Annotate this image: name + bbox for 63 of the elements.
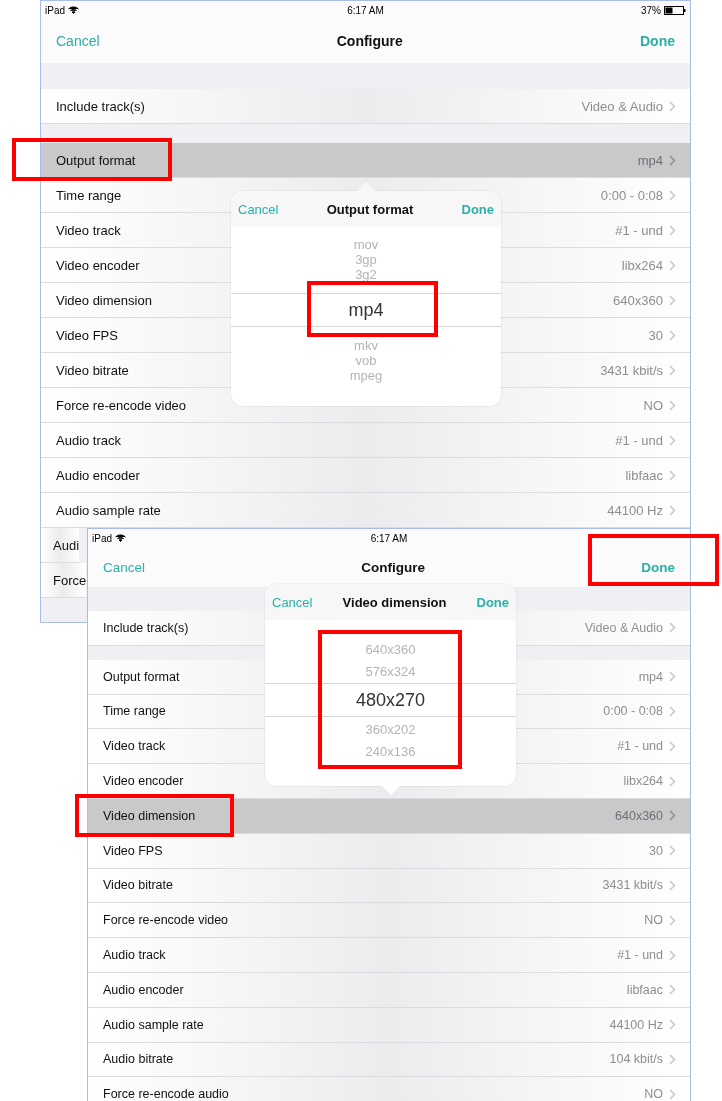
row-label: Audio sample rate: [103, 1017, 204, 1032]
row-value: 44100 Hz: [607, 502, 663, 518]
carrier-label: iPad: [92, 532, 112, 544]
row-value: 0:00 - 0:08: [603, 704, 663, 719]
row-label: Time range: [56, 187, 122, 203]
row-value: #1 - und: [617, 739, 663, 754]
row-value: 0:00 - 0:08: [600, 187, 663, 203]
row-label: Audio encoder: [103, 982, 184, 997]
row-value: 640x360: [613, 292, 663, 308]
row-label: Output format: [103, 669, 180, 684]
row-label: Include track(s): [103, 620, 189, 635]
popover-title: Output format: [326, 201, 414, 217]
row-value: NO: [643, 397, 663, 413]
row-value: #1 - und: [617, 948, 663, 963]
row-value: libfaac: [626, 982, 663, 997]
battery-level: 37%: [640, 4, 661, 16]
row-label: Audio bitrate: [103, 1052, 174, 1067]
row-value: libfaac: [625, 467, 663, 483]
row-label: Audio track: [103, 948, 166, 963]
status-time: 6:17 AM: [370, 532, 408, 544]
row-label: Video FPS: [56, 327, 118, 343]
row-value: 44100 Hz: [609, 1017, 663, 1032]
row-label: Video dimension: [56, 292, 152, 308]
popover-title: Video dimension: [342, 594, 447, 610]
carrier-label: iPad: [45, 4, 65, 16]
row-value: #1 - und: [615, 432, 663, 448]
row-label: Force re-encode video: [56, 397, 187, 413]
row-value: NO: [644, 913, 663, 928]
row-label: Force re-encode audio: [103, 1087, 229, 1101]
nav-title: Configure: [336, 33, 403, 49]
row-label: Video FPS: [103, 843, 163, 858]
row-label: Audio sample rate: [56, 502, 161, 518]
row-value: Video & Audio: [581, 98, 663, 114]
row-label: Video track: [103, 739, 166, 754]
row-label: Audio track: [56, 432, 122, 448]
row-value: 3431 kbit/s: [600, 362, 663, 378]
row-label: Output format: [56, 152, 136, 168]
row-value: 104 kbit/s: [609, 1052, 663, 1067]
nav-title: Configure: [361, 559, 425, 575]
row-value: NO: [644, 1087, 663, 1101]
row-value: 3431 kbit/s: [602, 878, 663, 893]
row-value: 30: [648, 327, 663, 343]
row-label: Time range: [103, 704, 166, 719]
row-value: 640x360: [615, 808, 663, 823]
row-label: Video bitrate: [56, 362, 129, 378]
row-value: #1 - und: [615, 222, 663, 238]
row-label: Video dimension: [103, 808, 196, 823]
row-label: Force re-encode video: [103, 913, 229, 928]
status-time: 6:17 AM: [347, 4, 384, 16]
row-label: Video encoder: [103, 774, 184, 789]
row-label: Video bitrate: [103, 878, 173, 893]
row-value: 30: [649, 843, 663, 858]
row-value: libx264: [621, 257, 663, 273]
row-label: Audi: [53, 537, 80, 553]
row-label: Force: [53, 572, 87, 588]
row-label: Include track(s): [56, 98, 145, 114]
row-value: mp4: [637, 152, 663, 168]
row-label: Video track: [56, 222, 121, 238]
row-label: Audio encoder: [56, 467, 140, 483]
row-label: Video encoder: [56, 257, 140, 273]
row-value: mp4: [638, 669, 663, 684]
row-value: Video & Audio: [584, 620, 663, 635]
row-value: libx264: [623, 774, 663, 789]
